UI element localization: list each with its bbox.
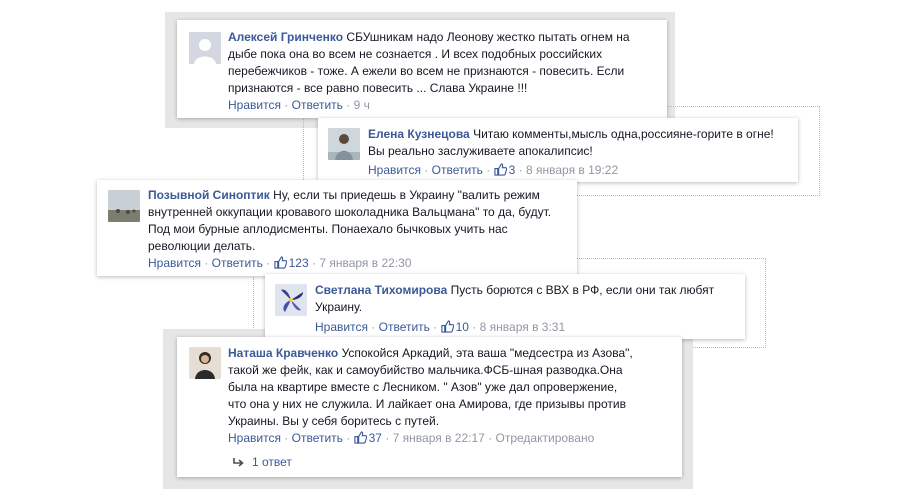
comment-line: Украину. xyxy=(315,300,363,314)
like-count[interactable]: 37 xyxy=(369,431,382,445)
comment-line: Вы реально заслуживаете апокалипсис! xyxy=(368,144,593,158)
like-count[interactable]: 3 xyxy=(509,163,516,177)
comment-line: перебежчиков - тоже. А ежели во всем не … xyxy=(228,64,625,78)
user-avatar-icon[interactable] xyxy=(328,128,360,160)
thumbs-up-icon xyxy=(353,431,367,448)
comment-card-1: Алексей Гринченко СБУшникам надо Леонову… xyxy=(177,20,667,118)
timestamp[interactable]: 8 января в 19:22 xyxy=(526,163,618,177)
reply-link[interactable]: Ответить xyxy=(212,256,263,270)
user-avatar-icon[interactable] xyxy=(275,284,307,316)
separator-dot: · xyxy=(284,431,289,445)
author-name[interactable]: Светлана Тихомирова xyxy=(315,283,447,297)
like-count[interactable]: 10 xyxy=(456,320,469,334)
reply-link[interactable]: Ответить xyxy=(432,163,483,177)
comment-line: дыбе пока она во всем не сознается . И в… xyxy=(228,47,603,61)
comment-actions: Нравится · Ответить · 9 ч xyxy=(228,98,370,113)
comment-body: Наташа Кравченко Успокойся Аркадий, эта … xyxy=(228,345,678,430)
user-avatar-icon[interactable] xyxy=(189,347,221,379)
separator-dot: · xyxy=(371,320,376,334)
author-name[interactable]: Наташа Кравченко xyxy=(228,346,338,360)
comment-card-3: Позывной Синоптик Ну, если ты приедешь в… xyxy=(97,180,577,276)
comment-line: что она у них не служила. И лайкает она … xyxy=(228,397,626,411)
separator-dot: · xyxy=(266,256,271,270)
comment-line: революции делать. xyxy=(148,239,256,253)
comment-line: Читаю комменты,мысль одна,россияне-горит… xyxy=(473,127,774,141)
separator-dot: · xyxy=(433,320,438,334)
author-name[interactable]: Алексей Гринченко xyxy=(228,30,343,44)
thumbs-up-icon xyxy=(493,163,507,180)
comment-line: признаются - все равно повесить ... Слав… xyxy=(228,81,528,95)
comment-body: Алексей Гринченко СБУшникам надо Леонову… xyxy=(228,29,658,97)
comment-line: Успокойся Аркадий, эта ваша "медсестра и… xyxy=(341,346,633,360)
comment-body: Елена Кузнецова Читаю комменты,мысль одн… xyxy=(368,126,793,160)
separator-dot: · xyxy=(518,163,523,177)
comment-line: Под мои бурные аплодисменты. Понаехало б… xyxy=(148,222,508,236)
comment-card-4: Светлана Тихомирова Пусть борются с ВВХ … xyxy=(265,274,745,339)
comment-line: Ну, если ты приедешь в Украину "валить р… xyxy=(273,188,540,202)
comment-line: Украины. Вы у себя боритесь с путей. xyxy=(228,414,440,428)
like-link[interactable]: Нравится xyxy=(228,98,281,112)
comment-line: Пусть борются с ВВХ в РФ, если они так л… xyxy=(450,283,715,297)
comment-line: такой же фейк, как и самоубийство мальчи… xyxy=(228,363,623,377)
separator-dot: · xyxy=(204,256,209,270)
comment-actions: Нравится · Ответить · 123 · 7 января в 2… xyxy=(148,256,412,273)
replies-count: 1 ответ xyxy=(252,455,292,469)
author-name[interactable]: Елена Кузнецова xyxy=(368,127,470,141)
comment-card-2: Елена Кузнецова Читаю комменты,мысль одн… xyxy=(318,118,798,182)
comment-actions: Нравится · Ответить · 3 · 8 января в 19:… xyxy=(368,163,618,180)
separator-dot: · xyxy=(424,163,429,177)
like-link[interactable]: Нравится xyxy=(315,320,368,334)
user-avatar-icon[interactable] xyxy=(108,190,140,222)
reply-link[interactable]: Ответить xyxy=(292,98,343,112)
view-replies-link[interactable]: 1 ответ xyxy=(232,455,292,471)
separator-dot: · xyxy=(488,431,493,445)
comment-actions: Нравится · Ответить · 10 · 8 января в 3:… xyxy=(315,320,565,337)
like-link[interactable]: Нравится xyxy=(228,431,281,445)
separator-dot: · xyxy=(312,256,316,270)
separator-dot: · xyxy=(346,431,351,445)
like-link[interactable]: Нравится xyxy=(148,256,201,270)
separator-dot: · xyxy=(472,320,477,334)
timestamp[interactable]: 7 января в 22:17 xyxy=(393,431,485,445)
separator-dot: · xyxy=(486,163,491,177)
comment-line: внутренней оккупации кровавого шоколадни… xyxy=(148,205,552,219)
reply-link[interactable]: Ответить xyxy=(379,320,430,334)
thumbs-up-icon xyxy=(273,256,287,273)
timestamp[interactable]: 7 января в 22:30 xyxy=(319,256,411,270)
like-count[interactable]: 123 xyxy=(289,256,309,270)
separator-dot: · xyxy=(346,98,351,112)
separator-dot: · xyxy=(284,98,289,112)
comment-body: Светлана Тихомирова Пусть борются с ВВХ … xyxy=(315,282,740,316)
comment-line: СБУшникам надо Леонову жестко пытать огн… xyxy=(346,30,630,44)
thumbs-up-icon xyxy=(440,320,454,337)
comment-body: Позывной Синоптик Ну, если ты приедешь в… xyxy=(148,187,573,255)
edited-label[interactable]: Отредактировано xyxy=(496,431,595,445)
comment-card-5: Наташа Кравченко Успокойся Аркадий, эта … xyxy=(177,337,682,477)
author-name[interactable]: Позывной Синоптик xyxy=(148,188,270,202)
timestamp[interactable]: 9 ч xyxy=(354,98,370,112)
default-avatar-icon[interactable] xyxy=(189,32,221,64)
comment-line: была на квартире вместе с Лесником. " Аз… xyxy=(228,380,618,394)
reply-arrow-icon xyxy=(232,457,244,471)
comment-actions: Нравится · Ответить · 37 · 7 января в 22… xyxy=(228,431,594,448)
like-link[interactable]: Нравится xyxy=(368,163,421,177)
reply-link[interactable]: Ответить xyxy=(292,431,343,445)
separator-dot: · xyxy=(385,431,390,445)
timestamp[interactable]: 8 января в 3:31 xyxy=(480,320,565,334)
